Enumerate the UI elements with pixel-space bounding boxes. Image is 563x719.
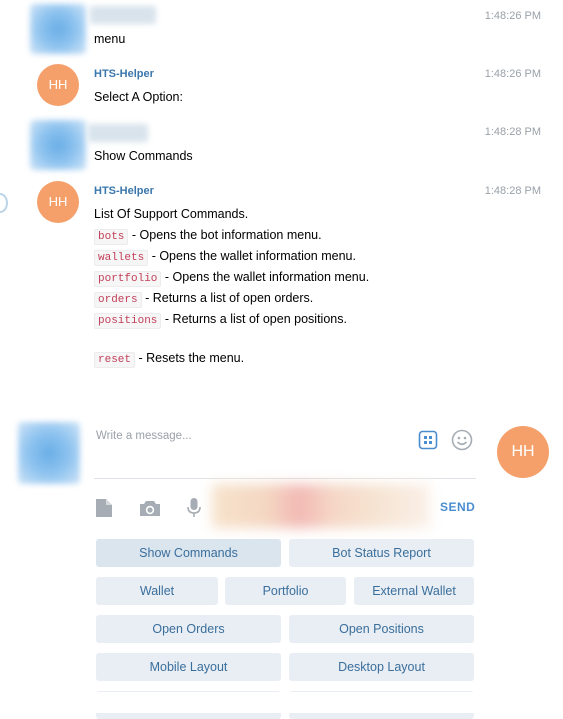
selection-indicator	[0, 193, 8, 213]
my-avatar-blurred	[18, 422, 80, 484]
commands-grid-icon[interactable]	[418, 430, 438, 450]
command-description: - Returns a list of open orders.	[145, 291, 314, 305]
user-name-blurred	[88, 124, 148, 142]
command-line: orders - Returns a list of open orders.	[94, 291, 314, 308]
viewport-clip	[0, 692, 563, 713]
command-line: positions - Returns a list of open posit…	[94, 312, 347, 329]
command-line: bots - Opens the bot information menu.	[94, 228, 322, 245]
message-text: Show Commands	[94, 149, 193, 163]
message-text: List Of Support Commands.	[94, 207, 249, 221]
message-timestamp: 1:48:26 PM	[484, 68, 541, 80]
emoji-icon[interactable]	[451, 429, 473, 451]
keyboard-button-wallet[interactable]: Wallet	[96, 577, 218, 605]
command-code[interactable]: orders	[94, 292, 142, 308]
command-description: - Opens the wallet information menu.	[151, 249, 356, 263]
bot-avatar[interactable]: HH	[497, 426, 549, 478]
keyboard-button-portfolio[interactable]: Portfolio	[225, 577, 346, 605]
command-description: - Resets the menu.	[138, 351, 245, 365]
message-timestamp: 1:48:28 PM	[484, 126, 541, 138]
microphone-icon[interactable]	[184, 496, 204, 520]
composer-divider	[94, 478, 476, 479]
command-code[interactable]: bots	[94, 229, 129, 245]
command-description: - Opens the bot information menu.	[131, 228, 322, 242]
message-text: Select A Option:	[94, 90, 183, 104]
keyboard-button-show-commands[interactable]: Show Commands	[96, 539, 281, 567]
sender-name[interactable]: HTS-Helper	[94, 185, 154, 197]
bot-avatar[interactable]: HH	[37, 181, 79, 223]
command-code[interactable]: positions	[94, 313, 162, 329]
user-avatar-blurred	[30, 4, 86, 54]
command-description: - Opens the wallet information menu.	[164, 270, 370, 284]
blurred-content	[212, 484, 430, 528]
keyboard-button-open-positions[interactable]: Open Positions	[289, 615, 474, 643]
send-button[interactable]: SEND	[440, 500, 475, 514]
camera-icon[interactable]	[138, 497, 162, 519]
command-code[interactable]: portfolio	[94, 271, 162, 287]
keyboard-button-open-orders[interactable]: Open Orders	[96, 615, 281, 643]
user-name-blurred	[90, 6, 156, 24]
command-line: wallets - Opens the wallet information m…	[94, 249, 356, 266]
message-timestamp: 1:48:26 PM	[484, 10, 541, 22]
command-description: - Returns a list of open positions.	[164, 312, 347, 326]
command-code[interactable]: reset	[94, 352, 136, 368]
keyboard-button-mobile-layout[interactable]: Mobile Layout	[96, 653, 281, 681]
command-code[interactable]: wallets	[94, 250, 149, 266]
keyboard-button-external-wallet[interactable]: External Wallet	[354, 577, 474, 605]
bot-avatar[interactable]: HH	[37, 64, 79, 106]
message-text: menu	[94, 32, 126, 46]
user-avatar-blurred	[30, 120, 86, 170]
command-line: reset - Resets the menu.	[94, 351, 245, 368]
sender-name[interactable]: HTS-Helper	[94, 68, 154, 80]
file-icon[interactable]	[94, 497, 114, 519]
message-input[interactable]: Write a message...	[96, 430, 192, 442]
keyboard-button-desktop-layout[interactable]: Desktop Layout	[289, 653, 474, 681]
message-timestamp: 1:48:28 PM	[484, 185, 541, 197]
command-line: portfolio - Opens the wallet information…	[94, 270, 370, 287]
keyboard-button-bot-status-report[interactable]: Bot Status Report	[289, 539, 474, 567]
